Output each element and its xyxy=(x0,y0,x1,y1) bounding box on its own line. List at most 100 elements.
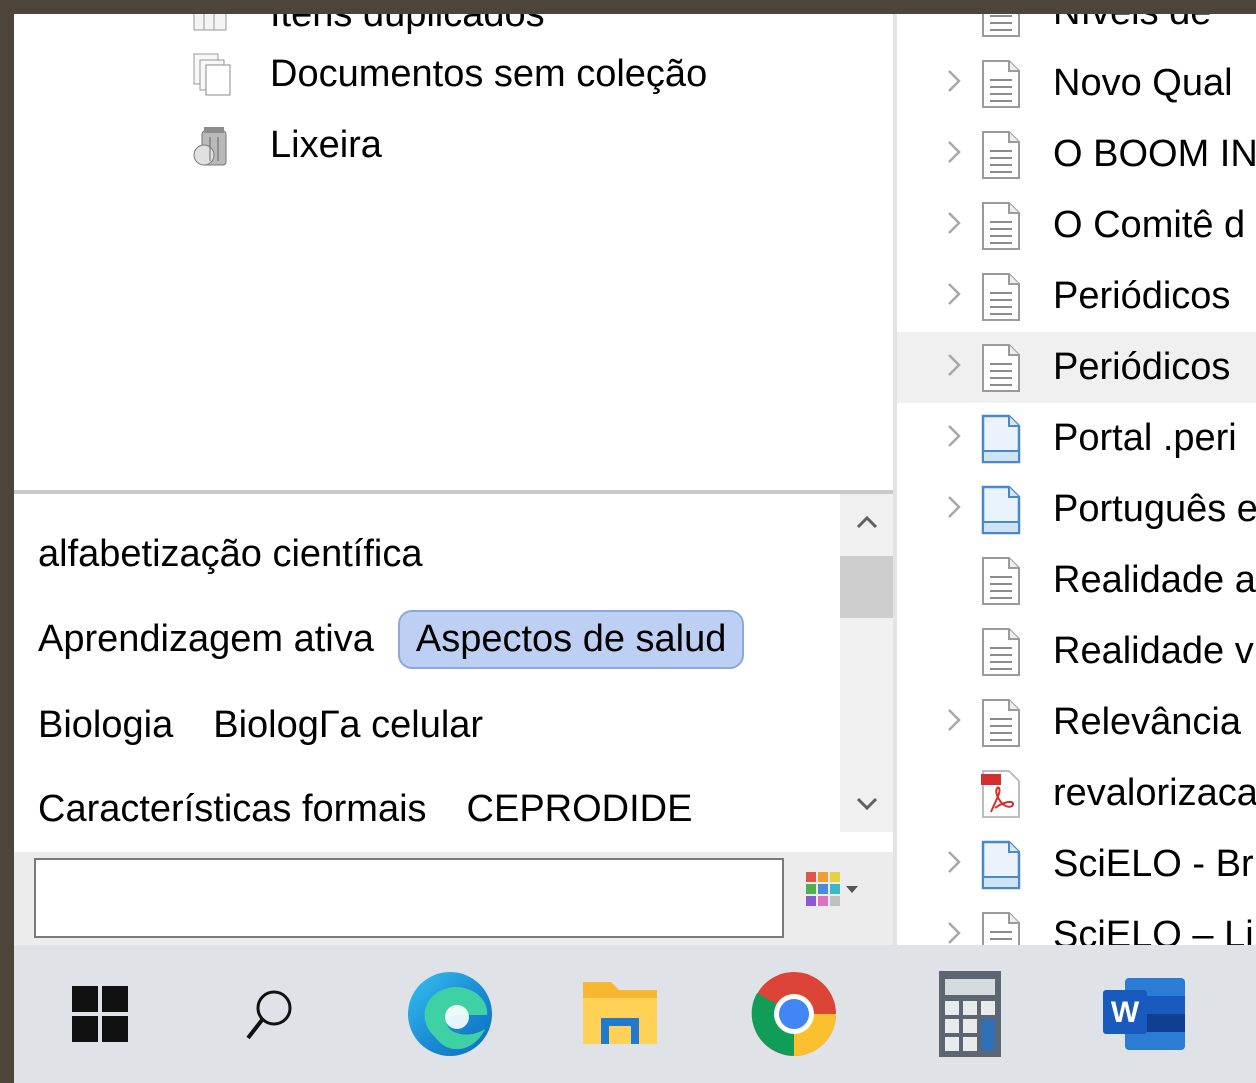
start-button[interactable] xyxy=(30,945,170,1083)
collection-label: Documentos sem coleção xyxy=(270,52,708,95)
tag-row: Características formais CEPRODIDE xyxy=(38,774,732,844)
word-button[interactable]: W xyxy=(1074,945,1214,1083)
tag[interactable]: BiologГa celular xyxy=(213,704,483,747)
item-title: Realidade a xyxy=(1053,559,1256,601)
color-grid-icon xyxy=(806,872,840,906)
item-title: Periódicos xyxy=(1053,346,1231,388)
expand-chevron-icon[interactable] xyxy=(929,491,979,528)
edge-icon xyxy=(408,972,492,1056)
tag[interactable]: CEPRODIDE xyxy=(467,788,693,831)
windows-logo-icon xyxy=(72,986,128,1042)
item-row[interactable]: SciELO – Li xyxy=(897,900,1256,945)
document-icon xyxy=(979,271,1023,323)
search-button[interactable] xyxy=(200,945,340,1083)
tag-filter-input[interactable] xyxy=(34,858,784,938)
item-title: Portal .peri xyxy=(1053,417,1237,459)
pdf-icon xyxy=(979,768,1023,820)
tag-row: alfabetização científica xyxy=(38,519,462,589)
collection-duplicates[interactable]: Itens duplicados xyxy=(192,14,545,44)
collection-trash[interactable]: Lixeira xyxy=(192,115,382,175)
item-row[interactable]: Relevância xyxy=(897,687,1256,758)
item-title: Realidade v xyxy=(1053,630,1254,672)
expand-chevron-icon[interactable] xyxy=(929,420,979,457)
expand-chevron-icon[interactable] xyxy=(929,349,979,386)
item-title: revalorizaca xyxy=(1053,772,1256,814)
webpage-icon xyxy=(979,413,1023,465)
item-row[interactable]: Português e xyxy=(897,474,1256,545)
expand-chevron-icon[interactable] xyxy=(929,136,979,173)
expand-chevron-icon[interactable] xyxy=(929,278,979,315)
tag-selected[interactable]: Aspectos de salud xyxy=(397,609,745,669)
duplicates-icon xyxy=(192,14,232,36)
zotero-window: Itens duplicados Documentos sem coleção … xyxy=(14,14,1256,945)
item-title: Novo Qual xyxy=(1053,62,1233,104)
chrome-button[interactable] xyxy=(724,945,864,1083)
item-row[interactable]: Realidade v xyxy=(897,616,1256,687)
document-icon xyxy=(979,129,1023,181)
scroll-up-icon[interactable] xyxy=(840,502,893,542)
item-title: SciELO - Br xyxy=(1053,843,1254,885)
items-list: Níveis de Novo Qual O BOOM IN O Comitê d Per… xyxy=(897,14,1256,945)
edge-button[interactable] xyxy=(380,945,520,1083)
folder-icon xyxy=(583,982,657,1044)
chrome-icon xyxy=(751,972,836,1056)
item-row[interactable]: revalorizaca xyxy=(897,758,1256,829)
tag-scrollbar[interactable] xyxy=(840,494,893,832)
trash-icon xyxy=(192,123,232,167)
calculator-icon xyxy=(939,971,1001,1057)
webpage-icon xyxy=(979,839,1023,891)
expand-chevron-icon[interactable] xyxy=(929,65,979,102)
collection-label: Lixeira xyxy=(270,123,382,166)
item-row[interactable]: O BOOM IN xyxy=(897,119,1256,190)
tag[interactable]: Aprendizagem ativa xyxy=(38,618,374,661)
item-title: O BOOM IN xyxy=(1053,133,1256,175)
scrollbar-thumb[interactable] xyxy=(840,556,893,618)
document-icon xyxy=(979,14,1023,39)
expand-chevron-icon[interactable] xyxy=(929,917,979,945)
item-row[interactable]: Realidade a xyxy=(897,545,1256,616)
item-row[interactable]: Periódicos xyxy=(897,332,1256,403)
svg-text:W: W xyxy=(1111,996,1140,1029)
taskbar: W xyxy=(14,945,1256,1083)
tag[interactable]: Biologia xyxy=(38,704,173,747)
tag-filter-bar xyxy=(14,852,893,945)
collection-label: Itens duplicados xyxy=(270,14,545,36)
scroll-down-icon[interactable] xyxy=(840,784,893,824)
tag-row: Aprendizagem ativa Aspectos de salud xyxy=(38,604,784,674)
tag-selector: alfabetização científica Aprendizagem at… xyxy=(14,494,893,852)
document-icon xyxy=(979,697,1023,749)
collections-pane: Itens duplicados Documentos sem coleção … xyxy=(14,14,893,490)
expand-chevron-icon[interactable] xyxy=(929,704,979,741)
document-icon xyxy=(979,200,1023,252)
tag[interactable]: Características formais xyxy=(38,788,427,831)
tag[interactable]: alfabetização científica xyxy=(38,533,422,576)
item-row[interactable]: Portal .peri xyxy=(897,403,1256,474)
tag-actions-button[interactable] xyxy=(806,868,862,918)
item-row[interactable]: Periódicos xyxy=(897,261,1256,332)
collection-unfiled[interactable]: Documentos sem coleção xyxy=(192,44,707,104)
item-title: Periódicos xyxy=(1053,275,1231,317)
item-title: SciELO – Li xyxy=(1053,914,1254,945)
webpage-icon xyxy=(979,484,1023,536)
document-icon xyxy=(979,342,1023,394)
document-icon xyxy=(979,58,1023,110)
item-title: Relevância xyxy=(1053,701,1241,743)
search-icon xyxy=(246,990,292,1040)
tag-list: alfabetização científica Aprendizagem at… xyxy=(38,506,838,830)
calculator-button[interactable] xyxy=(900,945,1040,1083)
item-row[interactable]: Novo Qual xyxy=(897,48,1256,119)
document-icon xyxy=(979,555,1023,607)
file-explorer-button[interactable] xyxy=(550,945,690,1083)
document-icon xyxy=(979,626,1023,678)
item-row[interactable]: SciELO - Br xyxy=(897,829,1256,900)
expand-chevron-icon[interactable] xyxy=(929,846,979,883)
word-icon: W xyxy=(1103,978,1185,1050)
item-title: Português e xyxy=(1053,488,1256,530)
expand-chevron-icon[interactable] xyxy=(929,207,979,244)
item-title: O Comitê d xyxy=(1053,204,1246,246)
unfiled-documents-icon xyxy=(192,52,232,96)
item-row[interactable]: O Comitê d xyxy=(897,190,1256,261)
tag-row: Biologia BiologГa celular xyxy=(38,690,523,760)
item-row[interactable]: Níveis de xyxy=(897,14,1256,48)
item-title: Níveis de xyxy=(1053,14,1211,34)
